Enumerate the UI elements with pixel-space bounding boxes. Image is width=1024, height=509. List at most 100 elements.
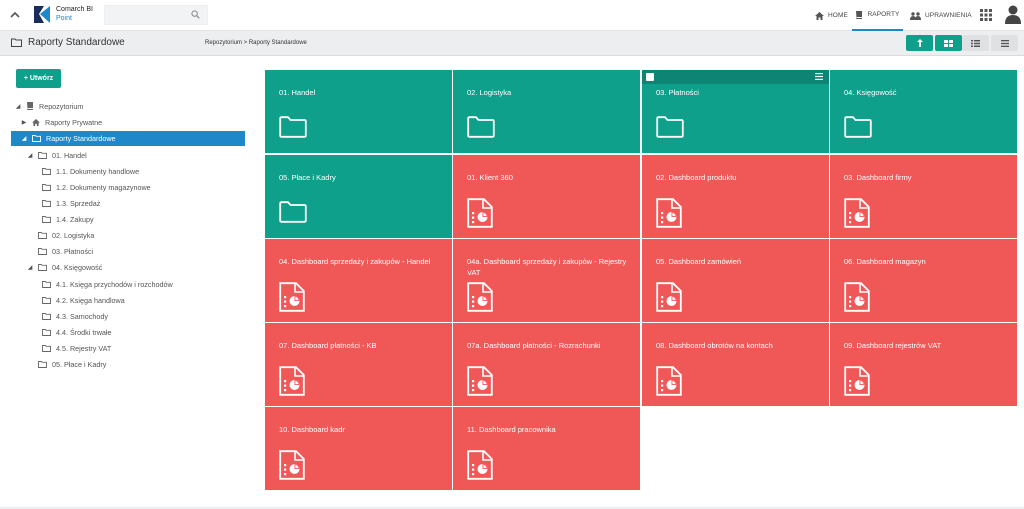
- folder-icon: [42, 296, 51, 304]
- nav-permissions-label: UPRAWNIENIA: [925, 12, 972, 19]
- tree-item[interactable]: 4.1. Księga przychodów i rozchodów: [42, 277, 173, 291]
- folder-icon: [32, 134, 41, 142]
- list-view-button[interactable]: [962, 35, 989, 51]
- tree-item[interactable]: ◢ Repozytorium: [14, 99, 84, 113]
- user-avatar-icon[interactable]: [1005, 5, 1021, 24]
- nav-permissions[interactable]: UPRAWNIENIA: [910, 0, 972, 31]
- apps-grid-icon[interactable]: [980, 9, 992, 21]
- breadcrumb[interactable]: Repozytorium > Raporty Standardowe: [205, 40, 307, 46]
- folder-icon: [42, 199, 51, 207]
- tree-toggle-icon[interactable]: ◢: [26, 152, 34, 159]
- comarch-logo: [34, 6, 50, 23]
- dashboard-report-icon: [279, 450, 305, 480]
- chevron-up-icon[interactable]: [9, 9, 21, 21]
- tree-item[interactable]: ▶ Raporty Prywatne: [20, 115, 102, 129]
- brand-name: Comarch BI: [56, 6, 93, 13]
- grid-icon: [944, 39, 953, 47]
- dashboard-tile[interactable]: 07. Dashboard płatności - KB: [265, 323, 452, 406]
- folder-icon: [467, 116, 495, 138]
- tree-item[interactable]: 4.2. Księga handlowa: [42, 293, 125, 307]
- dashboard-tile[interactable]: 04a. Dashboard sprzedaży i zakupów - Rej…: [453, 239, 640, 322]
- dashboard-tile[interactable]: 01. Klient 360: [453, 155, 640, 238]
- tree-item[interactable]: ◢ Raporty Standardowe: [20, 131, 116, 145]
- level-up-button[interactable]: [906, 35, 933, 51]
- folder-tile[interactable]: 02. Logistyka: [453, 70, 640, 153]
- tree-item[interactable]: 1.1. Dokumenty handlowe: [42, 164, 139, 178]
- dashboard-tile[interactable]: 09. Dashboard rejestrów VAT: [830, 323, 1017, 406]
- brand-subtitle: Point: [56, 15, 72, 22]
- folder-icon: [42, 328, 51, 336]
- tree-item[interactable]: 05. Płace i Kadry: [38, 357, 106, 371]
- tree-toggle-icon[interactable]: ◢: [14, 103, 22, 110]
- tree-item[interactable]: 4.3. Samochody: [42, 309, 108, 323]
- tree-item[interactable]: ◢ 04. Księgowość: [26, 260, 103, 274]
- dashboard-tile[interactable]: 03. Dashboard firmy: [830, 155, 1017, 238]
- tree-item[interactable]: 4.4. Środki trwałe: [42, 325, 112, 339]
- tile-label: 05. Dashboard zamówień: [656, 257, 742, 266]
- tree-item-label: 01. Handel: [52, 150, 87, 160]
- tree-toggle-icon[interactable]: ▶: [20, 119, 28, 126]
- tree-item-label: 1.4. Zakupy: [56, 214, 94, 224]
- tile-label: 07. Dashboard płatności - KB: [279, 341, 377, 350]
- tree-item-label: 1.2. Dokumenty magazynowe: [56, 182, 151, 192]
- grid-view-button[interactable]: [935, 35, 962, 51]
- dashboard-report-icon: [844, 366, 870, 396]
- dashboard-tile[interactable]: 04. Dashboard sprzedaży i zakupów - Hand…: [265, 239, 452, 322]
- dashboard-tile[interactable]: 06. Dashboard magazyn: [830, 239, 1017, 322]
- folder-icon: [11, 38, 22, 47]
- folder-tile[interactable]: 01. Handel: [265, 70, 452, 153]
- tree-item[interactable]: 02. Logistyka: [38, 228, 94, 242]
- dashboard-report-icon: [656, 198, 682, 228]
- details-view-button[interactable]: [991, 35, 1018, 51]
- tree-item[interactable]: 1.2. Dokumenty magazynowe: [42, 180, 151, 194]
- dashboard-report-icon: [467, 450, 493, 480]
- repository-icon: [27, 102, 33, 110]
- dashboard-tile[interactable]: 02. Dashboard produktu: [642, 155, 829, 238]
- dashboard-report-icon: [656, 366, 682, 396]
- tree-item-label: 4.5. Rejestry VAT: [56, 343, 112, 353]
- tree-item-label: Repozytorium: [39, 101, 84, 111]
- tile-label: 03. Dashboard firmy: [844, 173, 912, 182]
- tile-label: 05. Płace i Kadry: [279, 173, 336, 182]
- folder-icon: [38, 263, 47, 271]
- search-input[interactable]: [104, 5, 208, 25]
- create-button[interactable]: + Utwórz: [16, 69, 61, 88]
- top-bar: Comarch BI Point HOME RAPORTY UPRAWNIENI…: [0, 0, 1024, 31]
- folder-icon: [42, 280, 51, 288]
- book-icon: [856, 10, 863, 19]
- tree-item[interactable]: 4.5. Rejestry VAT: [42, 341, 111, 355]
- dashboard-tile[interactable]: 10. Dashboard kadr: [265, 407, 452, 490]
- tree-item[interactable]: ◢ 01. Handel: [26, 148, 87, 162]
- dashboard-tile[interactable]: 11. Dashboard pracownika: [453, 407, 640, 490]
- tile-label: 04. Dashboard sprzedaży i zakupów - Hand…: [279, 257, 431, 266]
- folder-tile[interactable]: 05. Płace i Kadry: [265, 155, 452, 238]
- tile-label: 07a. Dashboard płatności - Rozrachunki: [467, 341, 601, 350]
- tree-item-label: 4.3. Samochody: [56, 311, 108, 321]
- tile-label: 08. Dashboard obrotów na kontach: [656, 341, 773, 350]
- tree-toggle-icon[interactable]: ◢: [26, 264, 34, 271]
- folder-icon: [42, 167, 51, 175]
- tile-label: 09. Dashboard rejestrów VAT: [844, 341, 942, 350]
- folder-tile[interactable]: 04. Księgowość: [830, 70, 1017, 153]
- users-icon: [910, 11, 921, 20]
- tree-item[interactable]: 1.3. Sprzedaż: [42, 196, 100, 210]
- nav-home-label: HOME: [828, 12, 848, 19]
- dashboard-report-icon: [279, 366, 305, 396]
- tree-toggle-icon[interactable]: ◢: [20, 135, 28, 142]
- tree-item[interactable]: 1.4. Zakupy: [42, 212, 94, 226]
- dashboard-tile[interactable]: 07a. Dashboard płatności - Rozrachunki: [453, 323, 640, 406]
- dashboard-report-icon: [844, 198, 870, 228]
- dashboard-tile[interactable]: 05. Dashboard zamówień: [642, 239, 829, 322]
- tile-checkbox[interactable]: [646, 73, 654, 81]
- folder-tile[interactable]: 03. Płatności: [642, 70, 829, 153]
- tree-item-label: 1.1. Dokumenty handlowe: [56, 166, 140, 176]
- folder-icon: [38, 247, 47, 255]
- tree-item-label: Raporty Standardowe: [46, 133, 116, 143]
- tile-label: 06. Dashboard magazyn: [844, 257, 926, 266]
- dashboard-tile[interactable]: 08. Dashboard obrotów na kontach: [642, 323, 829, 406]
- tree-item[interactable]: 03. Płatności: [38, 244, 93, 258]
- nav-home[interactable]: HOME: [815, 0, 848, 31]
- tile-menu-icon[interactable]: [815, 73, 823, 80]
- nav-reports[interactable]: RAPORTY: [852, 0, 903, 31]
- folder-icon: [42, 312, 51, 320]
